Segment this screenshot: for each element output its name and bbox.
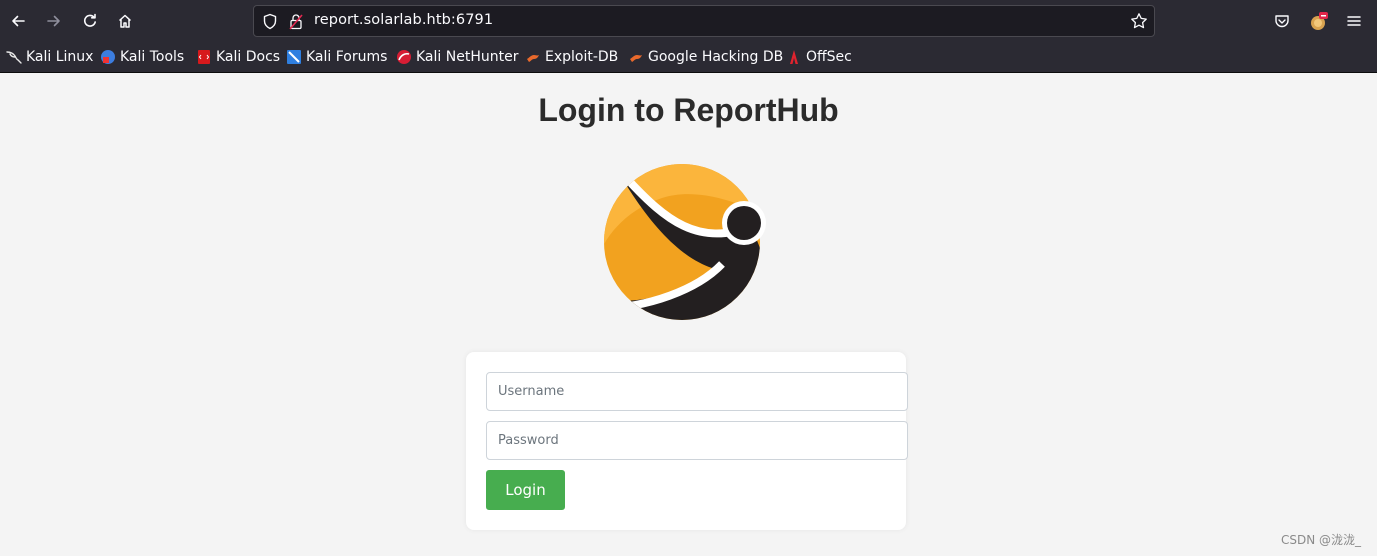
kali-docs-icon <box>198 50 210 64</box>
reload-button[interactable] <box>76 7 104 35</box>
username-input[interactable] <box>486 372 908 411</box>
bookmark-kali-docs[interactable]: Kali Docs <box>196 47 280 67</box>
bookmark-label: Exploit-DB <box>545 49 619 65</box>
home-icon <box>118 14 132 28</box>
bookmark-label: Kali Forums <box>306 49 388 65</box>
bookmark-label: OffSec <box>806 49 852 65</box>
reporthub-logo <box>604 164 766 320</box>
kali-nethunter-icon <box>397 50 411 64</box>
bookmark-star-icon[interactable] <box>1130 12 1148 30</box>
back-button[interactable] <box>4 7 32 35</box>
menu-button[interactable] <box>1340 7 1368 35</box>
kali-forums-icon <box>287 50 301 64</box>
ghdb-icon <box>630 55 642 62</box>
exploit-db-icon <box>527 55 539 62</box>
login-card: Login <box>466 352 908 530</box>
url-text[interactable]: report.solarlab.htb:6791 <box>314 12 493 28</box>
bookmark-label: Kali Tools <box>120 49 185 65</box>
bookmark-kali-linux[interactable]: Kali Linux <box>6 47 93 67</box>
browser-toolbar: report.solarlab.htb:6791 Kali Linux Kali… <box>0 0 1377 73</box>
bookmark-kali-nethunter[interactable]: Kali NetHunter <box>396 47 518 67</box>
login-button[interactable]: Login <box>486 470 565 510</box>
page-title: Login to ReportHub <box>538 92 839 128</box>
watermark: CSDN @泷泷_ <box>1280 533 1361 547</box>
bookmark-google-hacking-db[interactable]: Google Hacking DB <box>628 47 783 67</box>
pocket-button[interactable] <box>1268 7 1296 35</box>
bookmark-kali-forums[interactable]: Kali Forums <box>286 47 387 67</box>
offsec-icon <box>790 50 798 64</box>
address-bar[interactable]: report.solarlab.htb:6791 <box>253 5 1155 37</box>
pocket-icon <box>1275 15 1289 28</box>
extension-button[interactable] <box>1305 7 1333 35</box>
bookmark-kali-tools[interactable]: Kali Tools <box>100 47 184 67</box>
bookmark-label: Kali Linux <box>26 49 94 65</box>
arrow-left-icon <box>12 15 25 27</box>
bookmark-offsec[interactable]: OffSec <box>786 47 852 67</box>
bookmark-label: Kali NetHunter <box>416 49 519 65</box>
bookmarks-toolbar: Kali Linux Kali Tools Kali Docs Kali For… <box>0 44 1377 70</box>
arrow-right-icon <box>47 15 60 27</box>
bookmark-label: Kali Docs <box>216 49 281 65</box>
foxyproxy-extension-icon <box>1311 12 1328 30</box>
password-input[interactable] <box>486 421 908 460</box>
forward-button[interactable] <box>40 7 68 35</box>
hamburger-menu-icon <box>1347 16 1361 26</box>
bookmark-exploit-db[interactable]: Exploit-DB <box>525 47 618 67</box>
bookmark-label: Google Hacking DB <box>648 49 784 65</box>
home-button[interactable] <box>111 7 139 35</box>
kali-tools-icon <box>101 50 115 64</box>
insecure-lock-icon[interactable] <box>289 13 303 30</box>
shield-icon[interactable] <box>262 13 278 30</box>
reload-icon <box>83 13 96 27</box>
kali-dragon-icon <box>6 51 22 64</box>
